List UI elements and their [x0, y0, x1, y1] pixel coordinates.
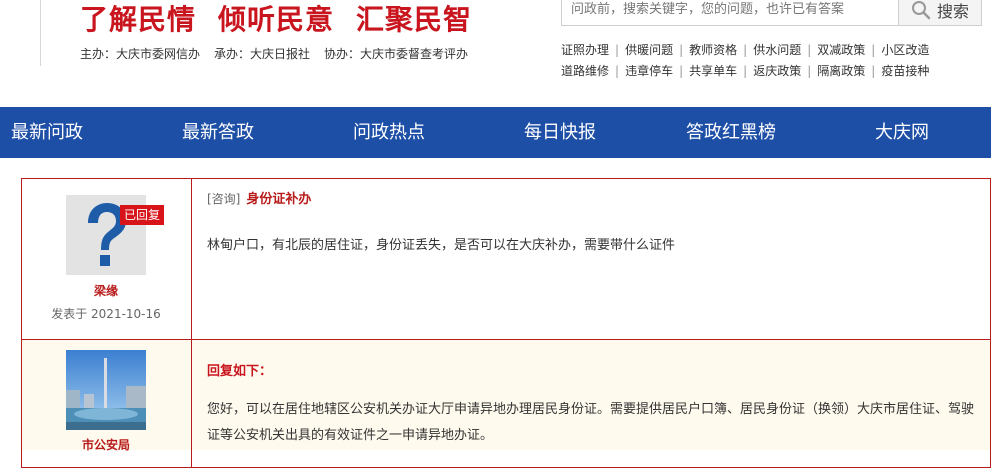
sponsor-line: 主办：大庆市委网信办 承办：大庆日报社 协办：大庆市委督查考评办 [80, 45, 482, 62]
sponsor-host: 主办：大庆市委网信办 [80, 47, 201, 61]
tag-separator: | [679, 64, 684, 78]
agency-name[interactable]: 市公安局 [66, 436, 146, 453]
site-slogan: 了解民情 倾听民意 汇聚民智 [80, 0, 494, 40]
slogan-part-1: 了解民情 [80, 3, 197, 36]
nav-hot-topics[interactable]: 问政热点 [353, 107, 425, 158]
question-title[interactable]: 身份证补办 [246, 192, 311, 207]
hot-tag[interactable]: 供暖问题 [625, 43, 673, 57]
hot-tag[interactable]: 供水问题 [753, 43, 801, 57]
sponsor-co-organizer: 协办：大庆市委督查考评办 [324, 47, 469, 61]
tag-separator: | [807, 64, 812, 78]
user-name[interactable]: 梁缘 [66, 282, 146, 299]
question-type: [咨询] [207, 192, 241, 206]
column-divider [191, 178, 192, 468]
nav-latest-answers[interactable]: 最新答政 [182, 107, 254, 158]
hot-tag[interactable]: 小区改造 [881, 43, 929, 57]
status-badge: 已回复 [120, 205, 165, 225]
hot-tags-row-2: 道路维修 | 违章停车 | 共享单车 | 返庆政策 | 隔离政策 | 疫苗接种 [561, 62, 929, 79]
reply-content: 您好，可以在居住地辖区公安机关办证大厅申请异地办理居民身份证。需要提供居民户口簿… [207, 402, 975, 443]
reply-header: 回复如下： [207, 364, 273, 379]
city-square-photo-icon [66, 350, 146, 430]
post-divider [21, 339, 991, 340]
sponsor-organizer: 承办：大庆日报社 [214, 47, 311, 61]
tag-separator: | [871, 43, 876, 57]
slogan-part-3: 汇聚民智 [356, 3, 473, 36]
search-button[interactable]: 搜索 [898, 0, 982, 26]
hot-tag[interactable]: 疫苗接种 [881, 64, 929, 78]
hot-tag[interactable]: 教师资格 [689, 43, 737, 57]
hot-tag[interactable]: 返庆政策 [753, 64, 801, 78]
tag-separator: | [615, 43, 620, 57]
header-divider [40, 0, 41, 66]
nav-daily-news[interactable]: 每日快报 [524, 107, 596, 158]
nav-ranking[interactable]: 答政红黑榜 [686, 107, 776, 158]
tag-separator: | [615, 64, 620, 78]
tag-separator: | [743, 64, 748, 78]
hot-tag[interactable]: 隔离政策 [817, 64, 865, 78]
hot-tag[interactable]: 道路维修 [561, 64, 609, 78]
hot-tag[interactable]: 违章停车 [625, 64, 673, 78]
nav-latest-questions[interactable]: 最新问政 [11, 107, 83, 158]
search-icon [911, 0, 931, 19]
tag-separator: | [871, 64, 876, 78]
slogan-part-2: 倾听民意 [218, 3, 335, 36]
hot-tag[interactable]: 共享单车 [689, 64, 737, 78]
agency-avatar [66, 350, 146, 430]
nav-daqing-site[interactable]: 大庆网 [875, 107, 929, 158]
tag-separator: | [743, 43, 748, 57]
question-content: 林甸户口，有北辰的居住证，身份证丢失，是否可以在大庆补办，需要带什么证件 [207, 238, 676, 253]
tag-separator: | [679, 43, 684, 57]
hot-tags-row-1: 证照办理 | 供暖问题 | 教师资格 | 供水问题 | 双减政策 | 小区改造 [561, 41, 929, 58]
hot-tag[interactable]: 双减政策 [817, 43, 865, 57]
post-date: 发表于 2021-10-16 [51, 307, 161, 321]
main-nav: 最新问政 最新答政 问政热点 每日快报 答政红黑榜 大庆网 [0, 107, 991, 158]
tag-separator: | [807, 43, 812, 57]
search-input[interactable]: 问政前，搜索关键字，您的问题，也许已有答案 [561, 0, 899, 26]
hot-tag[interactable]: 证照办理 [561, 43, 609, 57]
question-heading: [咨询] 身份证补办 [207, 188, 311, 207]
search-button-label: 搜索 [936, 1, 969, 21]
